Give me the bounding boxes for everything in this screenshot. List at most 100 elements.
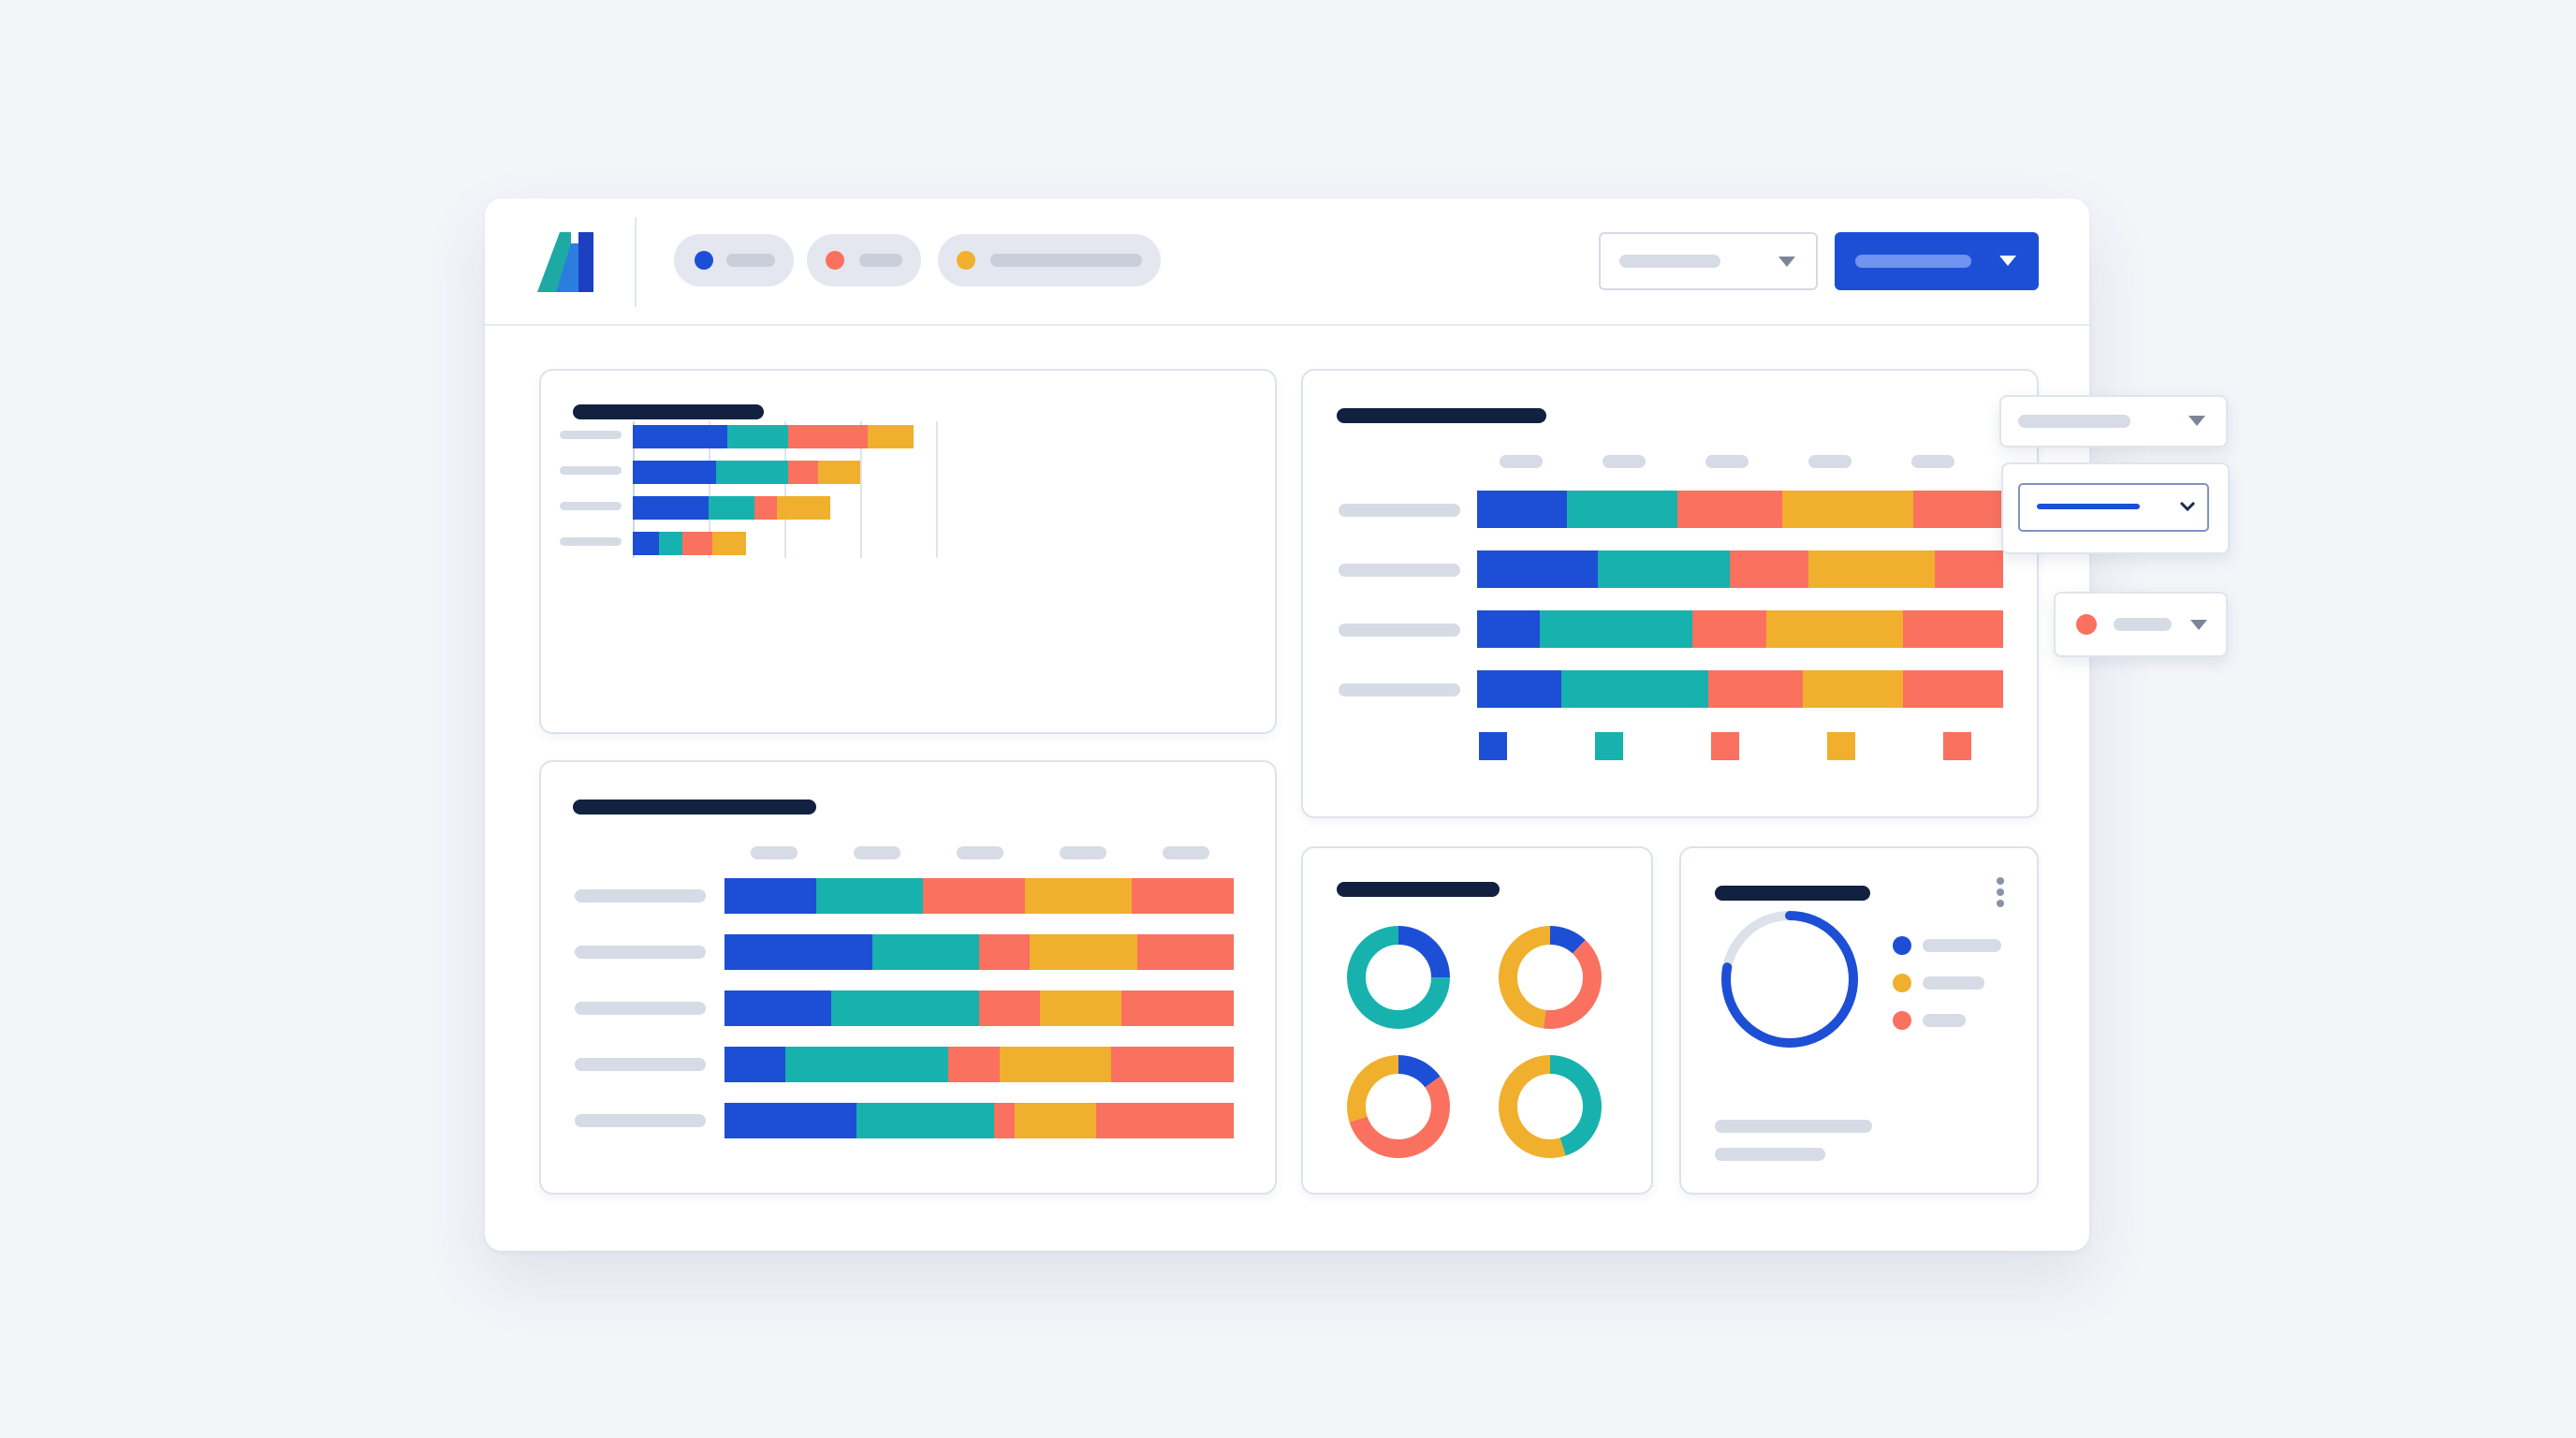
footer-text-placeholder [1715, 1120, 1872, 1133]
bar-segment [1477, 670, 1561, 708]
app-logo[interactable] [537, 230, 597, 294]
bar-segment [709, 496, 754, 520]
filter-chip-2[interactable] [807, 234, 921, 286]
bar-segment [712, 532, 747, 555]
top-bar [485, 198, 2089, 326]
chip-label-placeholder [990, 254, 1142, 267]
column-header-placeholder [957, 846, 1003, 859]
bar-segment [785, 1047, 949, 1082]
bar-segment [948, 1047, 1000, 1082]
bar-segment [1015, 1103, 1097, 1138]
bar-segment [788, 461, 819, 484]
legend-swatch [1595, 732, 1623, 760]
row-label-placeholder [560, 502, 622, 510]
bar-segment [633, 425, 728, 448]
legend-label-placeholder [1923, 976, 1984, 990]
bar-segment [681, 532, 713, 555]
select-value-placeholder [2018, 415, 2130, 428]
filter-chip-3[interactable] [938, 234, 1161, 286]
bar-segment [1729, 550, 1809, 588]
legend-swatch [1827, 732, 1855, 760]
bar-segment [1934, 550, 2003, 588]
bar-segment [724, 990, 832, 1026]
bar-segment [979, 990, 1041, 1026]
bar-segment [999, 1047, 1112, 1082]
status-dot-icon [2076, 614, 2097, 635]
bar-segment [1136, 934, 1234, 970]
progress-ring-card [1679, 846, 2039, 1195]
column-header-placeholder [1500, 455, 1543, 468]
bar-segment [994, 1103, 1016, 1138]
select-value-placeholder [2114, 618, 2172, 631]
legend-dot [1893, 1011, 1911, 1030]
chevron-down-icon [2190, 620, 2207, 630]
row-label-placeholder [575, 946, 706, 959]
chevron-down-icon [1778, 257, 1795, 267]
active-select[interactable] [2018, 483, 2209, 532]
bar-segment [818, 461, 860, 484]
bar-segment [633, 461, 717, 484]
row-label-placeholder [575, 1058, 706, 1071]
row-label-placeholder [560, 466, 622, 475]
bar-segment [1477, 491, 1567, 528]
row-label-placeholder [575, 1002, 706, 1015]
bar-segment [633, 532, 660, 555]
legend-swatch [1711, 732, 1739, 760]
comparison-bar-chart [541, 762, 1275, 1193]
primary-action-button[interactable] [1835, 232, 2039, 290]
row-label-placeholder [1339, 624, 1460, 637]
donut-grid-chart [1347, 926, 1602, 1158]
bar-segment [1566, 491, 1677, 528]
bar-segment [1111, 1047, 1234, 1082]
legend-label-placeholder [1923, 1014, 1966, 1027]
bar-segment [724, 1103, 857, 1138]
bar-segment [871, 934, 979, 970]
donut-grid-card [1301, 846, 1653, 1195]
stacked-bar-card [539, 369, 1277, 734]
bar-segment [1913, 491, 2003, 528]
bar-segment [1766, 610, 1904, 648]
floating-select-panel [2001, 462, 2230, 554]
bar-segment [1708, 670, 1804, 708]
bar-segment [1560, 670, 1709, 708]
bar-segment [1024, 878, 1133, 914]
column-header-placeholder [854, 846, 900, 859]
bar-segment [754, 496, 777, 520]
footer-text-placeholder [1715, 1148, 1825, 1161]
dashboard-window [485, 198, 2089, 1251]
header-divider [635, 217, 637, 307]
status-filter-select[interactable] [2054, 592, 2228, 657]
row-label-placeholder [1339, 504, 1460, 517]
column-header-placeholder [1163, 846, 1209, 859]
column-header-placeholder [1705, 455, 1749, 468]
gridline [936, 421, 938, 558]
bar-segment [1781, 491, 1914, 528]
bar-segment [727, 425, 789, 448]
chevron-down-icon [1999, 256, 2016, 266]
filter-select[interactable] [1599, 232, 1818, 290]
row-label-placeholder [575, 889, 706, 902]
bar-segment [856, 1103, 995, 1138]
chip-dot-icon [957, 251, 975, 270]
row-label-placeholder [560, 431, 622, 439]
column-header-placeholder [751, 846, 798, 859]
bar-segment [724, 1047, 786, 1082]
chip-label-placeholder [859, 254, 902, 267]
bar-segment [1803, 670, 1904, 708]
bar-segment [1477, 610, 1541, 648]
progress-ring-chart [1721, 911, 2001, 1048]
filter-chip-1[interactable] [674, 234, 794, 286]
bar-segment [923, 878, 1025, 914]
bar-segment [724, 878, 816, 914]
legend-label-placeholder [1923, 939, 2001, 952]
comparison-bar-card [539, 760, 1277, 1195]
floating-select[interactable] [1999, 395, 2228, 448]
row-label-placeholder [1339, 683, 1460, 697]
bar-segment [831, 990, 979, 1026]
column-header-placeholder [1060, 846, 1106, 859]
select-value-placeholder [2037, 504, 2140, 509]
bar-segment [1040, 990, 1122, 1026]
row-label-placeholder [575, 1114, 706, 1127]
legend-dot [1893, 936, 1911, 955]
bar-segment [633, 496, 709, 520]
